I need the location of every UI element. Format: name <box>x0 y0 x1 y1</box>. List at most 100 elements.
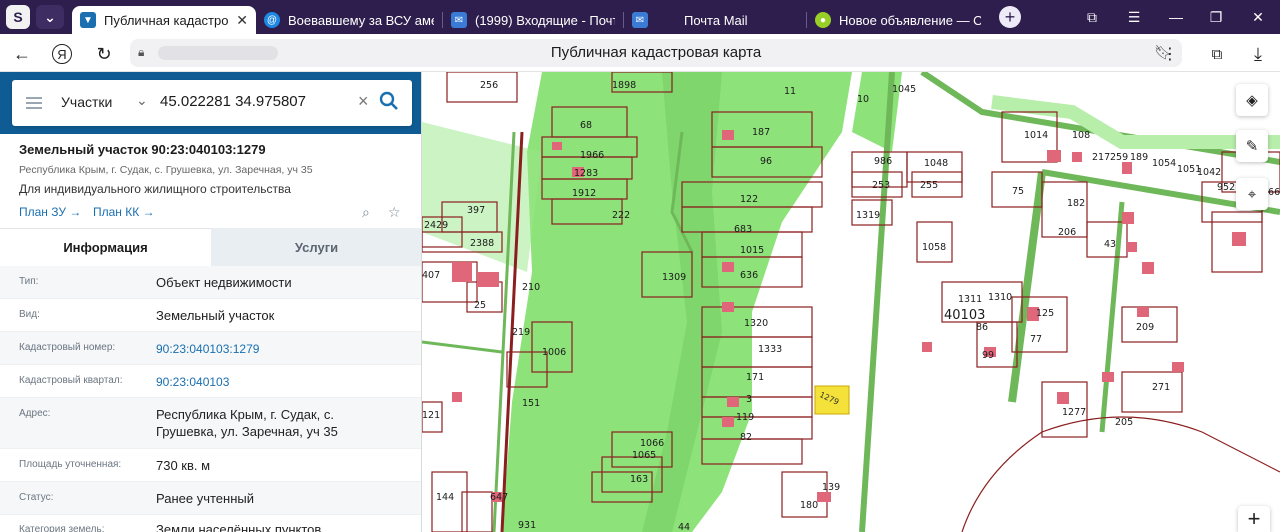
collections-save-icon[interactable]: ⧉ <box>1205 42 1229 66</box>
field-value: Республика Крым, г. Судак, с. Грушевка, … <box>156 407 338 439</box>
field-value: Земли населённых пунктов <box>156 522 322 532</box>
parcel-number: 99 <box>982 350 995 361</box>
parcel-number: 121 <box>422 410 441 421</box>
parcel-number: 119 <box>736 412 755 423</box>
minimize-icon[interactable]: — <box>1156 0 1196 34</box>
parcel-number: 139 <box>822 482 841 493</box>
browser-tab-strip: S ⌄ ▼ Публичная кадастрова ✕ @ Воевавшем… <box>0 0 1280 34</box>
tab-services[interactable]: Услуги <box>211 228 421 266</box>
parcel-number: 86 <box>976 322 989 333</box>
parcel-number: 1065 <box>632 450 657 461</box>
parcel-number: 108 <box>1072 130 1091 141</box>
highlighted-parcel-number: 1279 <box>818 390 841 407</box>
field-value: Объект недвижимости <box>156 275 292 290</box>
plan-zu-link[interactable]: План ЗУ → <box>19 205 81 219</box>
window-close-icon[interactable]: ✕ <box>1238 0 1278 34</box>
layer-select[interactable]: Участки <box>61 94 112 110</box>
parcel-number: 222 <box>612 210 631 221</box>
parcel-number: 209 <box>1136 322 1155 333</box>
restore-icon[interactable]: ❐ <box>1196 0 1236 34</box>
star-icon[interactable]: ☆ <box>388 204 401 221</box>
new-tab-button[interactable]: + <box>999 6 1021 28</box>
object-address: Республика Крым, г. Судак, с. Грушевка, … <box>19 164 313 176</box>
tabs-dropdown-icon[interactable]: ⌄ <box>36 5 64 29</box>
parcel-number: 986 <box>874 156 893 167</box>
parcel-number: 210 <box>522 282 541 293</box>
parcel-number: 683 <box>734 224 753 235</box>
plan-kk-link[interactable]: План КК → <box>93 205 155 219</box>
field-label: Статус: <box>19 492 54 503</box>
mail-envelope-icon: ✉ <box>451 12 467 28</box>
kadastr-favicon-icon: ▼ <box>80 12 96 28</box>
search-box: Участки ⌄ 45.022281 34.975807 × <box>12 80 412 126</box>
parcel-number: 217 <box>1092 152 1111 163</box>
parcel-number: 189 <box>1130 152 1149 163</box>
close-icon[interactable]: ✕ <box>236 12 248 29</box>
menu-hamburger-icon[interactable] <box>26 97 42 109</box>
parcel-number: 144 <box>436 492 455 503</box>
mail-envelope-icon: ✉ <box>632 12 648 28</box>
browser-tab[interactable]: ● Новое объявление — Об <box>807 6 989 34</box>
parcel-number: 206 <box>1058 227 1077 238</box>
parcel-number: 1310 <box>988 292 1013 303</box>
parcel-number: 647 <box>490 492 509 503</box>
field-label: Категория земель: <box>19 524 105 532</box>
parcel-number: 180 <box>800 500 819 511</box>
layers-icon[interactable]: ◈ <box>1236 84 1268 116</box>
clear-icon[interactable]: × <box>358 91 369 112</box>
browser-tab[interactable]: ✉ Почта Mail <box>624 6 806 34</box>
parcel-number: 205 <box>1115 417 1134 428</box>
field-label: Площадь уточненная: <box>19 459 122 470</box>
address-bar-row: ← Я ↻ 🔒︎ Публичная кадастровая карта 🔖︎ … <box>0 34 1280 72</box>
reload-icon[interactable]: ↻ <box>92 42 116 66</box>
parcel-number: 1015 <box>740 245 765 256</box>
parcel-number: 187 <box>752 127 771 138</box>
cadastral-number-link[interactable]: 90:23:040103:1279 <box>156 341 386 358</box>
parcel-number: 1898 <box>612 80 637 91</box>
parcel-number: 3 <box>746 394 753 405</box>
parcel-number: 151 <box>522 398 541 409</box>
browser-tab[interactable]: ✉ (1999) Входящие - Почта <box>443 6 623 34</box>
parcel-number: 1042 <box>1197 167 1222 178</box>
field-row: Кадастровый квартал: 90:23:040103 <box>0 365 421 398</box>
parcel-number: 2429 <box>424 220 449 231</box>
field-row: Категория земель: Земли населённых пункт… <box>0 515 421 532</box>
parcel-number: 1333 <box>758 344 783 355</box>
quarter-label: 40103 <box>944 308 986 323</box>
chevron-down-icon[interactable]: ⌄ <box>136 92 148 109</box>
parcel-number: 255 <box>920 180 939 191</box>
search-icon[interactable] <box>378 90 400 112</box>
tab-info[interactable]: Информация <box>0 228 211 266</box>
zoom-to-object-icon[interactable]: ⌕ <box>362 204 370 221</box>
parcel-number: 171 <box>746 372 765 383</box>
locate-icon[interactable]: ⌖ <box>1236 178 1268 210</box>
back-icon[interactable]: ← <box>10 42 34 66</box>
yandex-icon[interactable]: Я <box>52 44 72 64</box>
parcel-number: 1045 <box>892 84 917 95</box>
info-tabs: Информация Услуги <box>0 228 421 266</box>
field-row: Площадь уточненная: 730 кв. м <box>0 449 421 482</box>
field-row: Тип: Объект недвижимости <box>0 266 421 299</box>
browser-logo-icon[interactable]: S <box>6 5 30 29</box>
download-icon[interactable]: ⤓ <box>1246 42 1270 66</box>
cadastral-map[interactable]: 256 1898 11 10 1045 68 187 1966 96 1283 1912 222 986… <box>422 72 1280 532</box>
search-input[interactable]: 45.022281 34.975807 <box>160 93 306 110</box>
parcel-number: 75 <box>1012 186 1025 197</box>
parcel-number: 253 <box>872 180 891 191</box>
zoom-in-button[interactable]: + <box>1238 506 1270 532</box>
url-field[interactable]: 🔒︎ Публичная кадастровая карта 🔖︎ <box>130 39 1182 67</box>
browser-tab[interactable]: @ Воевавшему за ВСУ аме <box>256 6 442 34</box>
menu-icon[interactable]: ☰ <box>1114 0 1154 34</box>
parcel-number: 25 <box>474 300 487 311</box>
parcel-number: 256 <box>480 80 499 91</box>
parcel-number: 1966 <box>580 150 605 161</box>
cadastral-quarter-link[interactable]: 90:23:040103 <box>156 374 386 391</box>
browser-tab[interactable]: ▼ Публичная кадастрова ✕ <box>72 6 256 34</box>
page-title: Публичная кадастровая карта <box>550 44 762 61</box>
ruler-icon[interactable]: ✎ <box>1236 130 1268 162</box>
more-icon[interactable]: ⋮ <box>1158 42 1182 66</box>
field-row: Кадастровый номер: 90:23:040103:1279 <box>0 332 421 365</box>
parcel-number: 1058 <box>922 242 947 253</box>
collections-icon[interactable]: ⧉ <box>1072 0 1112 34</box>
parcel-number: 77 <box>1030 334 1043 345</box>
